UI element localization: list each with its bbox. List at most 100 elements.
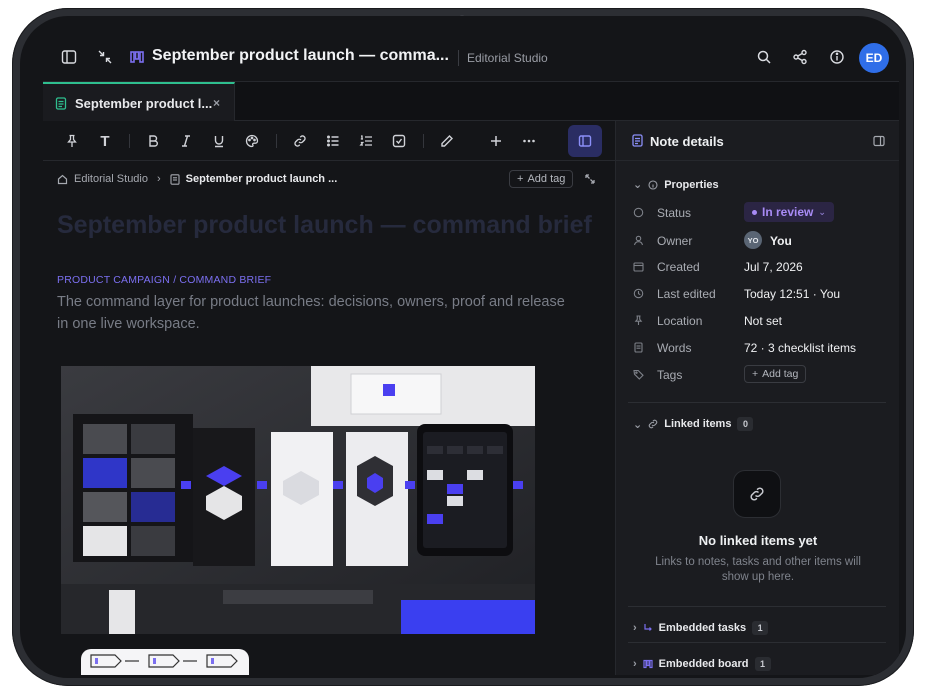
user-avatar[interactable]: ED (859, 43, 889, 73)
embedded-tasks-label: Embedded tasks (658, 622, 747, 634)
numbered-list-icon[interactable] (357, 132, 375, 150)
search-icon[interactable] (756, 49, 774, 67)
tab-label: September product l... (75, 95, 213, 111)
property-label: Location (657, 314, 703, 328)
document-heading[interactable]: September product launch — command brief (57, 211, 592, 240)
panel-title: Note details (650, 134, 724, 149)
add-tag-button[interactable]: + Add tag (744, 365, 807, 383)
pin-icon (633, 315, 644, 329)
owner-value[interactable]: You (770, 234, 792, 248)
document-title[interactable]: September product launch — comma... (152, 47, 449, 65)
checklist-icon[interactable] (390, 132, 408, 150)
document-kicker[interactable]: PRODUCT CAMPAIGN / COMMAND BRIEF (57, 274, 271, 286)
chevron-right-icon: › (633, 622, 637, 634)
breadcrumb-root[interactable]: Editorial Studio (74, 173, 148, 185)
panel-toggle-icon[interactable] (568, 125, 602, 157)
chevron-down-icon: ⌄ (633, 418, 643, 431)
link-icon (733, 470, 781, 518)
panel-collapse-icon[interactable] (873, 134, 885, 152)
embedded-tasks-section-header[interactable]: › Embedded tasks 1 (633, 621, 769, 635)
link-icon[interactable] (291, 132, 309, 150)
last-edited-value: Today 12:51 · You (744, 287, 841, 301)
divider (628, 642, 886, 643)
add-tag-button[interactable]: + Add tag (509, 170, 574, 188)
plus-icon: + (517, 173, 524, 185)
subtask-icon (643, 623, 653, 633)
screen: September product launch — comma... Edit… (20, 16, 906, 678)
empty-state-title: No linked items yet (698, 533, 818, 548)
info-icon (648, 179, 658, 190)
bold-icon[interactable] (144, 132, 162, 150)
divider (628, 606, 886, 607)
collapse-icon[interactable] (97, 49, 115, 67)
property-label: Tags (657, 368, 683, 382)
document-icon (633, 342, 644, 356)
underline-icon[interactable] (210, 132, 228, 150)
workspace-label[interactable]: Editorial Studio (458, 50, 548, 66)
status-value: In review (762, 205, 814, 219)
property-created: Created Jul 7, 2026 (633, 258, 883, 278)
embedded-board-section-header[interactable]: › Embedded board 1 (633, 657, 771, 671)
expand-icon[interactable] (584, 172, 596, 190)
italic-icon[interactable] (177, 132, 195, 150)
chevron-right-icon: › (633, 658, 637, 670)
editor: T Editorial Studio › September product l… (43, 121, 615, 675)
link-icon (648, 419, 658, 429)
top-bar: September product launch — comma... Edit… (43, 35, 899, 81)
plus-icon: + (752, 368, 759, 380)
property-tags: Tags + Add tag (633, 365, 883, 386)
more-icon[interactable] (520, 132, 538, 150)
property-label: Words (657, 341, 692, 355)
share-icon[interactable] (792, 49, 810, 67)
home-icon (57, 174, 68, 185)
property-status: Status In review ⌄ (633, 202, 883, 224)
text-style-icon[interactable]: T (96, 132, 114, 150)
note-icon (55, 96, 67, 110)
property-location: Location Not set (633, 312, 883, 332)
property-words: Words 72 · 3 checklist items (633, 339, 883, 359)
property-label: Last edited (657, 287, 716, 301)
toolbar-divider (129, 134, 130, 148)
pen-icon[interactable] (438, 132, 456, 150)
add-tag-label: Add tag (527, 173, 566, 185)
chevron-right-icon: › (157, 173, 161, 185)
location-value[interactable]: Not set (744, 314, 782, 328)
app-window: September product launch — comma... Edit… (43, 35, 899, 675)
board-icon (129, 49, 147, 67)
pin-icon[interactable] (63, 132, 81, 150)
note-icon (632, 134, 643, 152)
diagram-thumbnail[interactable] (81, 649, 249, 675)
chevron-down-icon: ⌄ (818, 206, 826, 217)
linked-items-count: 0 (737, 417, 754, 431)
palette-icon[interactable] (243, 132, 261, 150)
document-lede[interactable]: The command layer for product launches: … (57, 291, 567, 335)
empty-state-description: Links to notes, tasks and other items wi… (655, 556, 861, 583)
info-icon[interactable] (829, 49, 847, 67)
tab-close-icon[interactable]: × (213, 96, 220, 110)
tab-document[interactable]: September product l... × (43, 82, 235, 122)
hero-image[interactable] (61, 366, 535, 634)
property-last-edited: Last edited Today 12:51 · You (633, 285, 883, 305)
properties-section-header[interactable]: ⌄ Properties (633, 178, 719, 192)
tablet-frame: September product launch — comma... Edit… (12, 8, 914, 686)
embedded-board-label: Embedded board (658, 658, 749, 670)
calendar-icon (633, 261, 644, 275)
linked-items-section-header[interactable]: ⌄ Linked items 0 (633, 417, 754, 431)
tag-icon (633, 369, 644, 383)
status-badge[interactable]: In review ⌄ (744, 202, 834, 222)
property-label: Status (657, 206, 692, 220)
words-value: 72 · 3 checklist items (744, 341, 857, 355)
tab-bar: September product l... × (43, 81, 899, 122)
breadcrumb-current[interactable]: September product launch ... (186, 173, 338, 185)
embedded-tasks-count: 1 (752, 621, 769, 635)
property-label: Owner (657, 234, 693, 248)
toolbar-divider (276, 134, 277, 148)
status-icon (633, 207, 644, 221)
user-icon (633, 235, 644, 249)
breadcrumb: Editorial Studio › September product lau… (57, 173, 337, 185)
details-panel: Note details ⌄ Properties Status In revi… (615, 121, 899, 675)
toolbar-divider (423, 134, 424, 148)
sidebar-toggle-icon[interactable] (61, 49, 79, 67)
add-icon[interactable] (487, 132, 505, 150)
bullet-list-icon[interactable] (324, 132, 342, 150)
